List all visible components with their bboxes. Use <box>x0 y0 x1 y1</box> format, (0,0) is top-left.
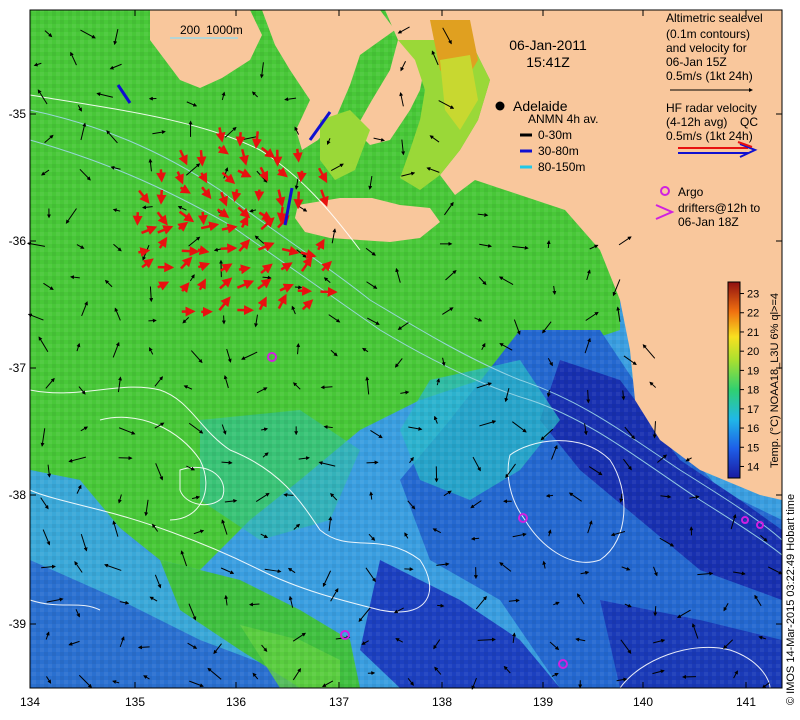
hf-legend-line2: (4-12h avg) <box>666 115 727 129</box>
hf-radar-arrow <box>296 170 307 183</box>
hf-radar-arrow <box>196 150 207 167</box>
velocity-arrow <box>137 645 150 650</box>
map-time: 15:41Z <box>526 54 570 70</box>
hf-radar-arrow <box>235 132 246 147</box>
hf-radar-arrow <box>197 211 208 226</box>
colorbar-tick-label: 18 <box>747 385 759 397</box>
y-tick-label: -38 <box>9 488 27 502</box>
x-tick-label: 134 <box>20 695 40 709</box>
hf-radar-arrow <box>156 189 167 205</box>
x-tick-label: 138 <box>432 695 452 709</box>
colorbar-title: Temp. (°C) NOAA18_L3U 6% ql>=4 <box>769 293 781 468</box>
ocean-temperature-map: 200 1000m Adelaide 06-Jan-2011 15:41Z Al… <box>9 9 797 709</box>
argo-legend-line2: drifters@12h to <box>678 201 761 215</box>
hf-radar-legend: HF radar velocity (4-12h avg) QC 0.5m/s … <box>666 101 758 158</box>
velocity-arrow <box>283 492 294 497</box>
colorbar-tick-label: 14 <box>747 461 759 473</box>
x-tick-label: 140 <box>633 695 653 709</box>
anmn-legend-label-1: 30-80m <box>538 144 579 158</box>
velocity-arrow <box>437 603 445 608</box>
hf-radar-arrow <box>293 191 304 210</box>
colorbar-tick-label: 19 <box>747 365 759 377</box>
hf-radar-arrow <box>297 285 313 296</box>
y-tick-label: -36 <box>9 234 27 248</box>
hf-legend-line3: 0.5m/s (1kt 24h) <box>666 129 753 143</box>
argo-legend-line1: Argo <box>678 185 704 199</box>
altimetry-legend-line5: 0.5m/s (1kt 24h) <box>666 69 753 83</box>
hf-radar-arrow <box>292 148 303 163</box>
colorbar-tick-label: 21 <box>747 327 759 339</box>
x-tick-label: 136 <box>226 695 246 709</box>
bathymetry-scale-bar: 200 1000m <box>170 23 243 39</box>
anmn-legend-label-0: 0-30m <box>538 128 572 142</box>
velocity-arrow <box>545 493 553 498</box>
hf-radar-arrow <box>156 169 167 183</box>
y-tick-label: -39 <box>9 617 27 631</box>
velocity-arrow <box>294 285 303 290</box>
x-tick-label: 135 <box>125 695 145 709</box>
y-tick-label: -35 <box>9 107 27 121</box>
hf-radar-arrow <box>181 246 200 257</box>
x-tick-label: 137 <box>329 695 349 709</box>
y-tick-label: -37 <box>9 361 27 375</box>
velocity-arrow <box>366 460 379 465</box>
velocity-arrow <box>546 240 551 249</box>
altimetry-legend-line3: and velocity for <box>666 41 747 55</box>
velocity-arrow <box>470 536 480 541</box>
hf-radar-arrow <box>238 264 251 275</box>
altimetry-legend-line4: 06-Jan 15Z <box>666 55 727 69</box>
x-tick-label: 141 <box>736 695 756 709</box>
imos-credit: © IMOS 14-Mar-2015 03:22:49 Hobart time <box>785 494 797 705</box>
colorbar-tick-label: 17 <box>747 404 759 416</box>
hf-legend-line1: HF radar velocity <box>666 101 757 115</box>
hf-radar-arrow <box>254 189 265 202</box>
velocity-arrow <box>653 606 658 617</box>
colorbar-tick-label: 15 <box>747 442 759 454</box>
altimetry-legend-line2: (0.1m contours) <box>666 27 750 41</box>
hf-radar-arrow <box>220 243 238 254</box>
velocity-arrow <box>248 602 260 607</box>
anmn-legend-title: ANMN 4h av. <box>528 112 598 126</box>
anmn-legend-label-2: 80-150m <box>538 160 585 174</box>
colorbar-tick-label: 20 <box>747 346 759 358</box>
hf-legend-line2-tail: QC <box>740 115 758 129</box>
scale-label-200: 200 <box>180 23 200 37</box>
x-tick-label: 139 <box>533 695 553 709</box>
altimetry-legend-line1: Altimetric sealevel <box>666 11 763 25</box>
hf-radar-arrow <box>251 131 262 149</box>
argo-legend-line3: 06-Jan 18Z <box>678 215 739 229</box>
hf-radar-arrow <box>276 206 287 223</box>
colorbar-tick-label: 23 <box>747 289 759 301</box>
colorbar-tick-label: 16 <box>747 423 759 435</box>
colorbar-tick-label: 22 <box>747 308 759 320</box>
scale-label-1000m: 1000m <box>206 23 243 37</box>
map-date: 06-Jan-2011 <box>509 37 587 53</box>
